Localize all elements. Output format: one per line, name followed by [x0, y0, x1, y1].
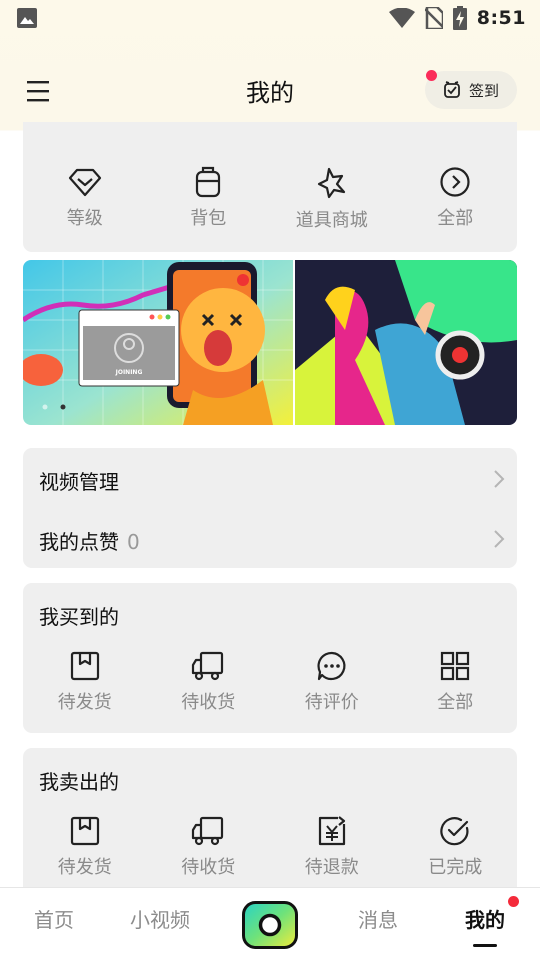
- bottom-tab-bar: 首页 小视频 消息 我的: [0, 887, 540, 960]
- chevron-right-icon: [494, 470, 505, 488]
- my-likes-label: 我的点赞: [39, 530, 119, 554]
- active-tab-indicator: [473, 944, 497, 947]
- banner-right-image: [295, 260, 517, 425]
- bought-to-review-label: 待评价: [304, 692, 359, 713]
- chevron-circle-icon: [440, 167, 470, 197]
- sold-to-receive-label: 待收货: [181, 857, 236, 878]
- status-bar: 8:51: [0, 0, 540, 36]
- props-mall-button[interactable]: 道具商城: [270, 166, 394, 232]
- signin-button[interactable]: 签到: [425, 70, 517, 109]
- bought-to-receive-button[interactable]: 待收货: [147, 650, 271, 714]
- tab-short-video[interactable]: 小视频: [130, 904, 190, 933]
- sold-completed-label: 已完成: [428, 857, 483, 878]
- bought-title: 我买到的: [39, 605, 119, 629]
- bought-card: 我买到的 待发货 待收货 待评价 全部: [23, 583, 517, 733]
- sold-to-refund-button[interactable]: 待退款: [270, 815, 394, 879]
- sold-completed-button[interactable]: 已完成: [394, 815, 518, 879]
- bought-to-ship-button[interactable]: 待发货: [23, 650, 147, 714]
- sold-title: 我卖出的: [39, 770, 119, 794]
- chevron-right-icon: [494, 530, 505, 548]
- video-management-row[interactable]: 视频管理: [39, 464, 505, 494]
- video-card: 视频管理 我的点赞 0: [23, 448, 517, 568]
- bought-all-button[interactable]: 全部: [394, 650, 518, 714]
- tab-home[interactable]: 首页: [34, 904, 74, 933]
- banner-right[interactable]: [295, 260, 517, 425]
- sold-to-receive-button[interactable]: 待收货: [147, 815, 271, 879]
- all-services-button[interactable]: 全部: [394, 166, 518, 232]
- live-services-card: 等级 背包 道具商城 全部: [23, 122, 517, 252]
- bought-to-receive-label: 待收货: [181, 692, 236, 713]
- truck-icon: [192, 651, 224, 681]
- likes-count: 0: [127, 530, 140, 554]
- wifi-icon: [388, 8, 415, 28]
- signin-label: 签到: [468, 81, 499, 100]
- bought-to-review-button[interactable]: 待评价: [270, 650, 394, 714]
- joining-badge-text: JOINING: [115, 369, 143, 376]
- menu-icon[interactable]: [25, 79, 51, 103]
- star-icon: [317, 167, 345, 199]
- package-icon: [70, 651, 99, 681]
- battery-charging-icon: [452, 6, 467, 30]
- level-label: 等级: [66, 208, 103, 229]
- all-services-label: 全部: [437, 208, 474, 229]
- header: 我的 签到: [0, 58, 540, 124]
- tab-messages[interactable]: 消息: [358, 904, 398, 933]
- video-management-label: 视频管理: [39, 470, 119, 494]
- backpack-label: 背包: [190, 208, 227, 229]
- bought-all-label: 全部: [437, 692, 474, 713]
- package-icon: [70, 816, 99, 846]
- level-button[interactable]: 等级: [23, 166, 147, 232]
- status-time: 8:51: [476, 7, 526, 29]
- check-circle-icon: [440, 817, 469, 846]
- diamond-icon: [68, 168, 101, 197]
- sold-to-ship-label: 待发货: [57, 857, 112, 878]
- sold-to-refund-label: 待退款: [304, 857, 359, 878]
- grid-icon: [441, 651, 470, 681]
- backpack-button[interactable]: 背包: [147, 166, 271, 232]
- my-likes-row[interactable]: 我的点赞 0: [39, 524, 505, 554]
- sold-card: 我卖出的 待发货 待收货 待退款 已完成: [23, 748, 517, 888]
- notification-dot: [426, 70, 437, 81]
- banner-left-image: JOINING: [23, 260, 293, 425]
- tab-mine[interactable]: 我的: [465, 904, 505, 933]
- camera-button[interactable]: [242, 901, 298, 949]
- no-sim-icon: [424, 7, 443, 29]
- props-mall-label: 道具商城: [295, 210, 368, 231]
- refund-icon: [318, 816, 345, 846]
- gallery-icon: [17, 8, 37, 28]
- comment-icon: [317, 651, 346, 681]
- sold-to-ship-button[interactable]: 待发货: [23, 815, 147, 879]
- backpack-icon: [196, 166, 221, 198]
- banner-left[interactable]: JOINING: [23, 260, 293, 425]
- alarm-clock-icon: [444, 81, 460, 98]
- bought-to-ship-label: 待发货: [57, 692, 112, 713]
- truck-icon: [192, 816, 224, 846]
- tab-notification-dot: [508, 896, 519, 907]
